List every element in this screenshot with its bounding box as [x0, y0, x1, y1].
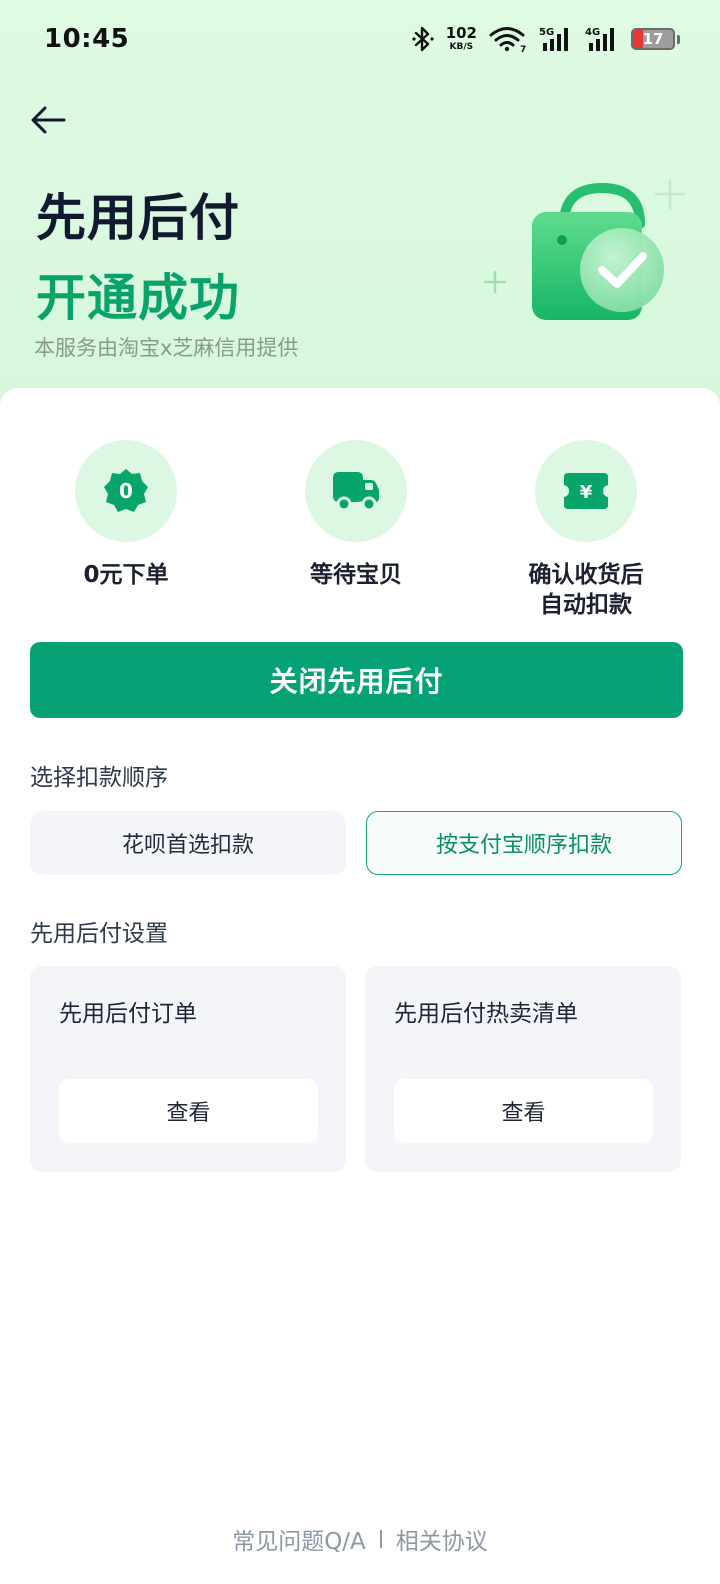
step-circle — [305, 440, 407, 542]
status-icons: 102 KB/S 7 5G 4G 17 — [412, 22, 680, 56]
view-hot-list-button[interactable]: 查看 — [394, 1079, 653, 1143]
close-pay-later-button[interactable]: 关闭先用后付 — [30, 642, 683, 718]
footer-links: 常见问题Q/A 相关协议 — [0, 1522, 720, 1556]
wifi-badge: 7 — [520, 45, 526, 53]
page: 10:45 102 KB/S 7 5G 4G 17 先用后付 开通成功 本服务由… — [0, 0, 720, 1584]
yuan-ticket-icon: ¥ — [564, 473, 608, 509]
network-speed-unit: KB/S — [449, 42, 474, 52]
hot-list-card-title: 先用后付热卖清单 — [394, 1001, 578, 1027]
zero-badge-text: 0 — [119, 479, 133, 503]
hot-list-card: 先用后付热卖清单 查看 — [365, 966, 681, 1172]
network-speed: 102 KB/S — [446, 26, 477, 52]
deduction-order-label: 选择扣款顺序 — [30, 765, 168, 791]
service-provider-note: 本服务由淘宝x芝麻信用提供 — [34, 336, 299, 360]
huabei-first-option[interactable]: 花呗首选扣款 — [30, 811, 346, 875]
back-button[interactable] — [24, 96, 72, 144]
orders-card-title: 先用后付订单 — [59, 1001, 197, 1027]
agreements-link[interactable]: 相关协议 — [396, 1522, 488, 1556]
step-order: 0 0元下单 — [16, 440, 236, 590]
step-circle: 0 — [75, 440, 177, 542]
step-label: 0元下单 — [83, 562, 169, 588]
signal-4g-label: 4G — [585, 27, 600, 38]
status-bar: 10:45 102 KB/S 7 5G 4G 17 — [0, 0, 720, 80]
network-speed-value: 102 — [445, 24, 477, 42]
success-title: 开通成功 — [36, 269, 240, 327]
status-time: 10:45 — [44, 24, 130, 54]
signal-4g-icon: 4G — [585, 27, 614, 51]
footer-divider — [379, 1530, 382, 1548]
battery-percent: 17 — [642, 30, 664, 48]
arrow-left-icon — [31, 106, 66, 134]
signal-5g-label: 5G — [539, 27, 554, 38]
delivery-truck-icon — [333, 472, 379, 512]
orders-card: 先用后付订单 查看 — [30, 966, 346, 1172]
step-wait: 等待宝贝 — [246, 440, 466, 590]
step-auto-deduct: ¥ 确认收货后 自动扣款 — [476, 440, 696, 620]
zero-badge-icon: 0 — [104, 469, 148, 512]
steps-row: 0 0元下单 等待宝贝 ¥ 确认收货后 自动扣款 — [0, 440, 720, 630]
alipay-order-option[interactable]: 按支付宝顺序扣款 — [366, 811, 682, 875]
step-label: 等待宝贝 — [310, 562, 402, 588]
battery-icon: 17 — [631, 28, 675, 50]
faq-link[interactable]: 常见问题Q/A — [232, 1522, 366, 1556]
bluetooth-icon — [412, 26, 434, 52]
page-title: 先用后付 — [36, 189, 240, 247]
battery-level — [633, 30, 643, 48]
yuan-ticket-symbol: ¥ — [580, 482, 593, 503]
step-label: 确认收货后 自动扣款 — [528, 562, 644, 618]
settings-label: 先用后付设置 — [30, 921, 168, 947]
signal-5g-icon: 5G — [539, 27, 568, 51]
battery-tip — [677, 34, 680, 44]
step-circle: ¥ — [535, 440, 637, 542]
wifi-icon: 7 — [489, 27, 526, 53]
view-orders-button[interactable]: 查看 — [59, 1079, 318, 1143]
shopping-bag-check-icon — [483, 178, 686, 320]
